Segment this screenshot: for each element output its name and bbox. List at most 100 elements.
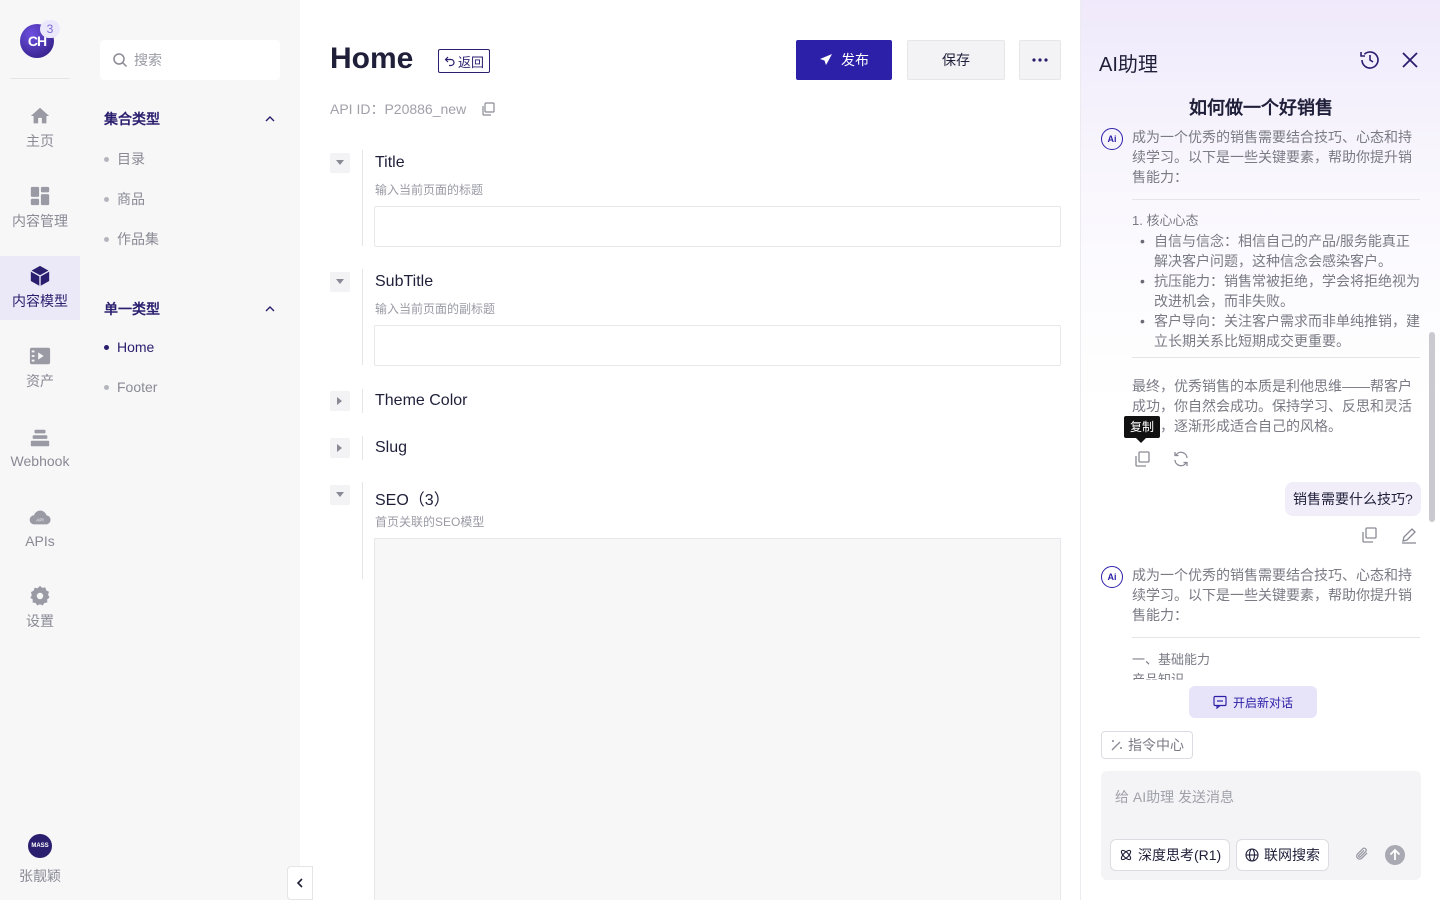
group-title: 集合类型: [104, 111, 160, 127]
field-description-seo: 首页关联的SEO模型: [375, 515, 485, 529]
sidebar-search-input[interactable]: [134, 52, 264, 68]
new-conversation-label: 开启新对话: [1232, 695, 1293, 710]
history-button[interactable]: [1359, 49, 1381, 76]
copy-message-button[interactable]: [1360, 526, 1378, 544]
new-conversation-button[interactable]: 开启新对话: [1189, 686, 1317, 718]
collapse-sidebar-button[interactable]: [287, 866, 313, 900]
deep-think-toggle[interactable]: 深度思考(R1): [1110, 839, 1231, 871]
web-search-toggle[interactable]: 联网搜索: [1236, 839, 1329, 871]
field-name-theme-color: Theme Color: [375, 392, 468, 409]
copy-reply-button[interactable]: [1133, 450, 1151, 468]
globe-icon: [1245, 848, 1259, 862]
ai-avatar-icon: Ai: [1101, 128, 1123, 150]
paperclip-icon: [1356, 847, 1368, 860]
user-name[interactable]: 张靓颖: [0, 866, 80, 886]
seo-component-area[interactable]: [374, 538, 1061, 900]
ai-reply-bullet: 自信与信念：相信自己的产品/服务能真正解决客户问题，这种信念会感染客户。: [1132, 231, 1420, 271]
user-message-bubble: 销售需要什么技巧?: [1285, 482, 1421, 516]
copy-icon: [1135, 451, 1150, 467]
send-plane-icon: [820, 54, 832, 65]
back-label: 返回: [458, 54, 485, 70]
message-input[interactable]: [1115, 787, 1405, 817]
caret-down-icon: [336, 492, 344, 497]
chat-scrollbar[interactable]: [1429, 332, 1435, 522]
sidebar-item-portfolio[interactable]: 作品集: [104, 229, 159, 249]
field-name-subtitle: SubTitle: [375, 273, 434, 290]
field-name-title: Title: [375, 154, 405, 171]
field-guide-line: [362, 482, 363, 579]
field-toggle-theme-color[interactable]: [330, 391, 350, 411]
group-header-collection-types[interactable]: 集合类型: [104, 109, 276, 129]
sidebar-search[interactable]: [100, 40, 280, 80]
copy-icon[interactable]: [480, 101, 496, 117]
reply-divider: [1132, 199, 1420, 200]
sidebar-item-catalog[interactable]: 目录: [104, 149, 145, 169]
field-toggle-subtitle[interactable]: [330, 272, 350, 292]
subtitle-input[interactable]: [374, 325, 1061, 366]
sidebar-item-home[interactable]: Home: [104, 339, 154, 355]
history-icon: [1360, 51, 1379, 69]
rail-item-apis[interactable]: API APIs: [0, 496, 80, 560]
regenerate-button[interactable]: [1172, 450, 1190, 468]
edit-message-button[interactable]: [1400, 526, 1418, 544]
web-search-label: 联网搜索: [1264, 847, 1320, 863]
save-button[interactable]: 保存: [907, 40, 1005, 80]
publish-label: 发布: [841, 52, 869, 68]
stack-icon: [30, 429, 50, 447]
back-button[interactable]: 返回: [438, 49, 491, 73]
reply-divider: [1132, 637, 1420, 638]
command-center-button[interactable]: 指令中心: [1101, 731, 1193, 759]
rail-item-label: 资产: [26, 373, 54, 389]
field-guide-line: [362, 389, 363, 413]
api-cloud-icon: API: [29, 510, 51, 525]
svg-text:API: API: [36, 518, 43, 523]
undo-arrow-icon: [444, 56, 455, 67]
rail-divider: [10, 78, 70, 79]
media-icon: [29, 347, 51, 365]
command-center-label: 指令中心: [1128, 737, 1184, 753]
rail-item-settings[interactable]: 设置: [0, 576, 80, 640]
title-input[interactable]: [374, 206, 1061, 247]
ellipsis-icon: [1032, 58, 1048, 62]
rail-item-content-management[interactable]: 内容管理: [0, 176, 80, 240]
rail-item-webhook[interactable]: Webhook: [0, 416, 80, 480]
caret-down-icon: [336, 160, 344, 165]
more-options-button[interactable]: [1019, 40, 1061, 80]
bullet-dot: [104, 344, 109, 350]
content-type-sidebar: 集合类型 目录 商品 作品集 单一类型 Home Footer: [80, 0, 300, 900]
send-button[interactable]: [1385, 845, 1405, 865]
ai-reply-intro: 成为一个优秀的销售需要结合技巧、心态和持续学习。以下是一些关键要素，帮助你提升销…: [1132, 129, 1412, 185]
rail-item-assets[interactable]: 资产: [0, 336, 80, 400]
rail-item-content-model[interactable]: 内容模型: [0, 256, 80, 320]
chevron-up-icon: [265, 116, 275, 122]
rail-item-label: Webhook: [10, 453, 70, 469]
attach-button[interactable]: [1353, 845, 1371, 863]
atom-icon: [1120, 849, 1132, 861]
field-description-subtitle: 输入当前页面的副标题: [375, 302, 496, 316]
field-toggle-slug[interactable]: [330, 438, 350, 458]
deep-think-label: 深度思考(R1): [1138, 847, 1222, 863]
ai-panel-title: AI助理: [1099, 54, 1158, 76]
entry-editor: Home 返回 API ID：P20886_new 发布 保存 Title 输入…: [300, 0, 1080, 900]
field-name-seo: SEO（3）: [375, 492, 450, 509]
sidebar-item-products[interactable]: 商品: [104, 189, 145, 209]
pencil-icon: [1402, 528, 1416, 544]
ai-assistant-panel: AI助理 如何做一个好销售 Ai 成为一个优秀的销售需要结合技巧、心态和持续学习…: [1080, 0, 1440, 900]
publish-button[interactable]: 发布: [796, 40, 892, 80]
sidebar-item-label: Footer: [117, 379, 158, 395]
user-avatar[interactable]: MASS: [28, 834, 52, 858]
field-toggle-seo[interactable]: [330, 485, 350, 505]
chat-icon: [1213, 695, 1227, 709]
ai-reply-conclusion: 最终，优秀销售的本质是利他思维——帮客户成功，你自然会成功。保持学习、反思和灵活…: [1132, 378, 1412, 434]
search-icon: [113, 53, 128, 68]
group-header-single-types[interactable]: 单一类型: [104, 299, 276, 319]
field-name-slug: Slug: [375, 439, 408, 456]
field-toggle-title[interactable]: [330, 153, 350, 173]
caret-down-icon: [336, 279, 344, 284]
sidebar-item-footer[interactable]: Footer: [104, 379, 157, 395]
close-panel-button[interactable]: [1399, 49, 1421, 76]
close-icon: [1402, 52, 1418, 68]
conversation-title: 如何做一个好销售: [1189, 98, 1333, 118]
rail-item-home[interactable]: 主页: [0, 96, 80, 160]
sidebar-item-label: 作品集: [117, 231, 159, 247]
